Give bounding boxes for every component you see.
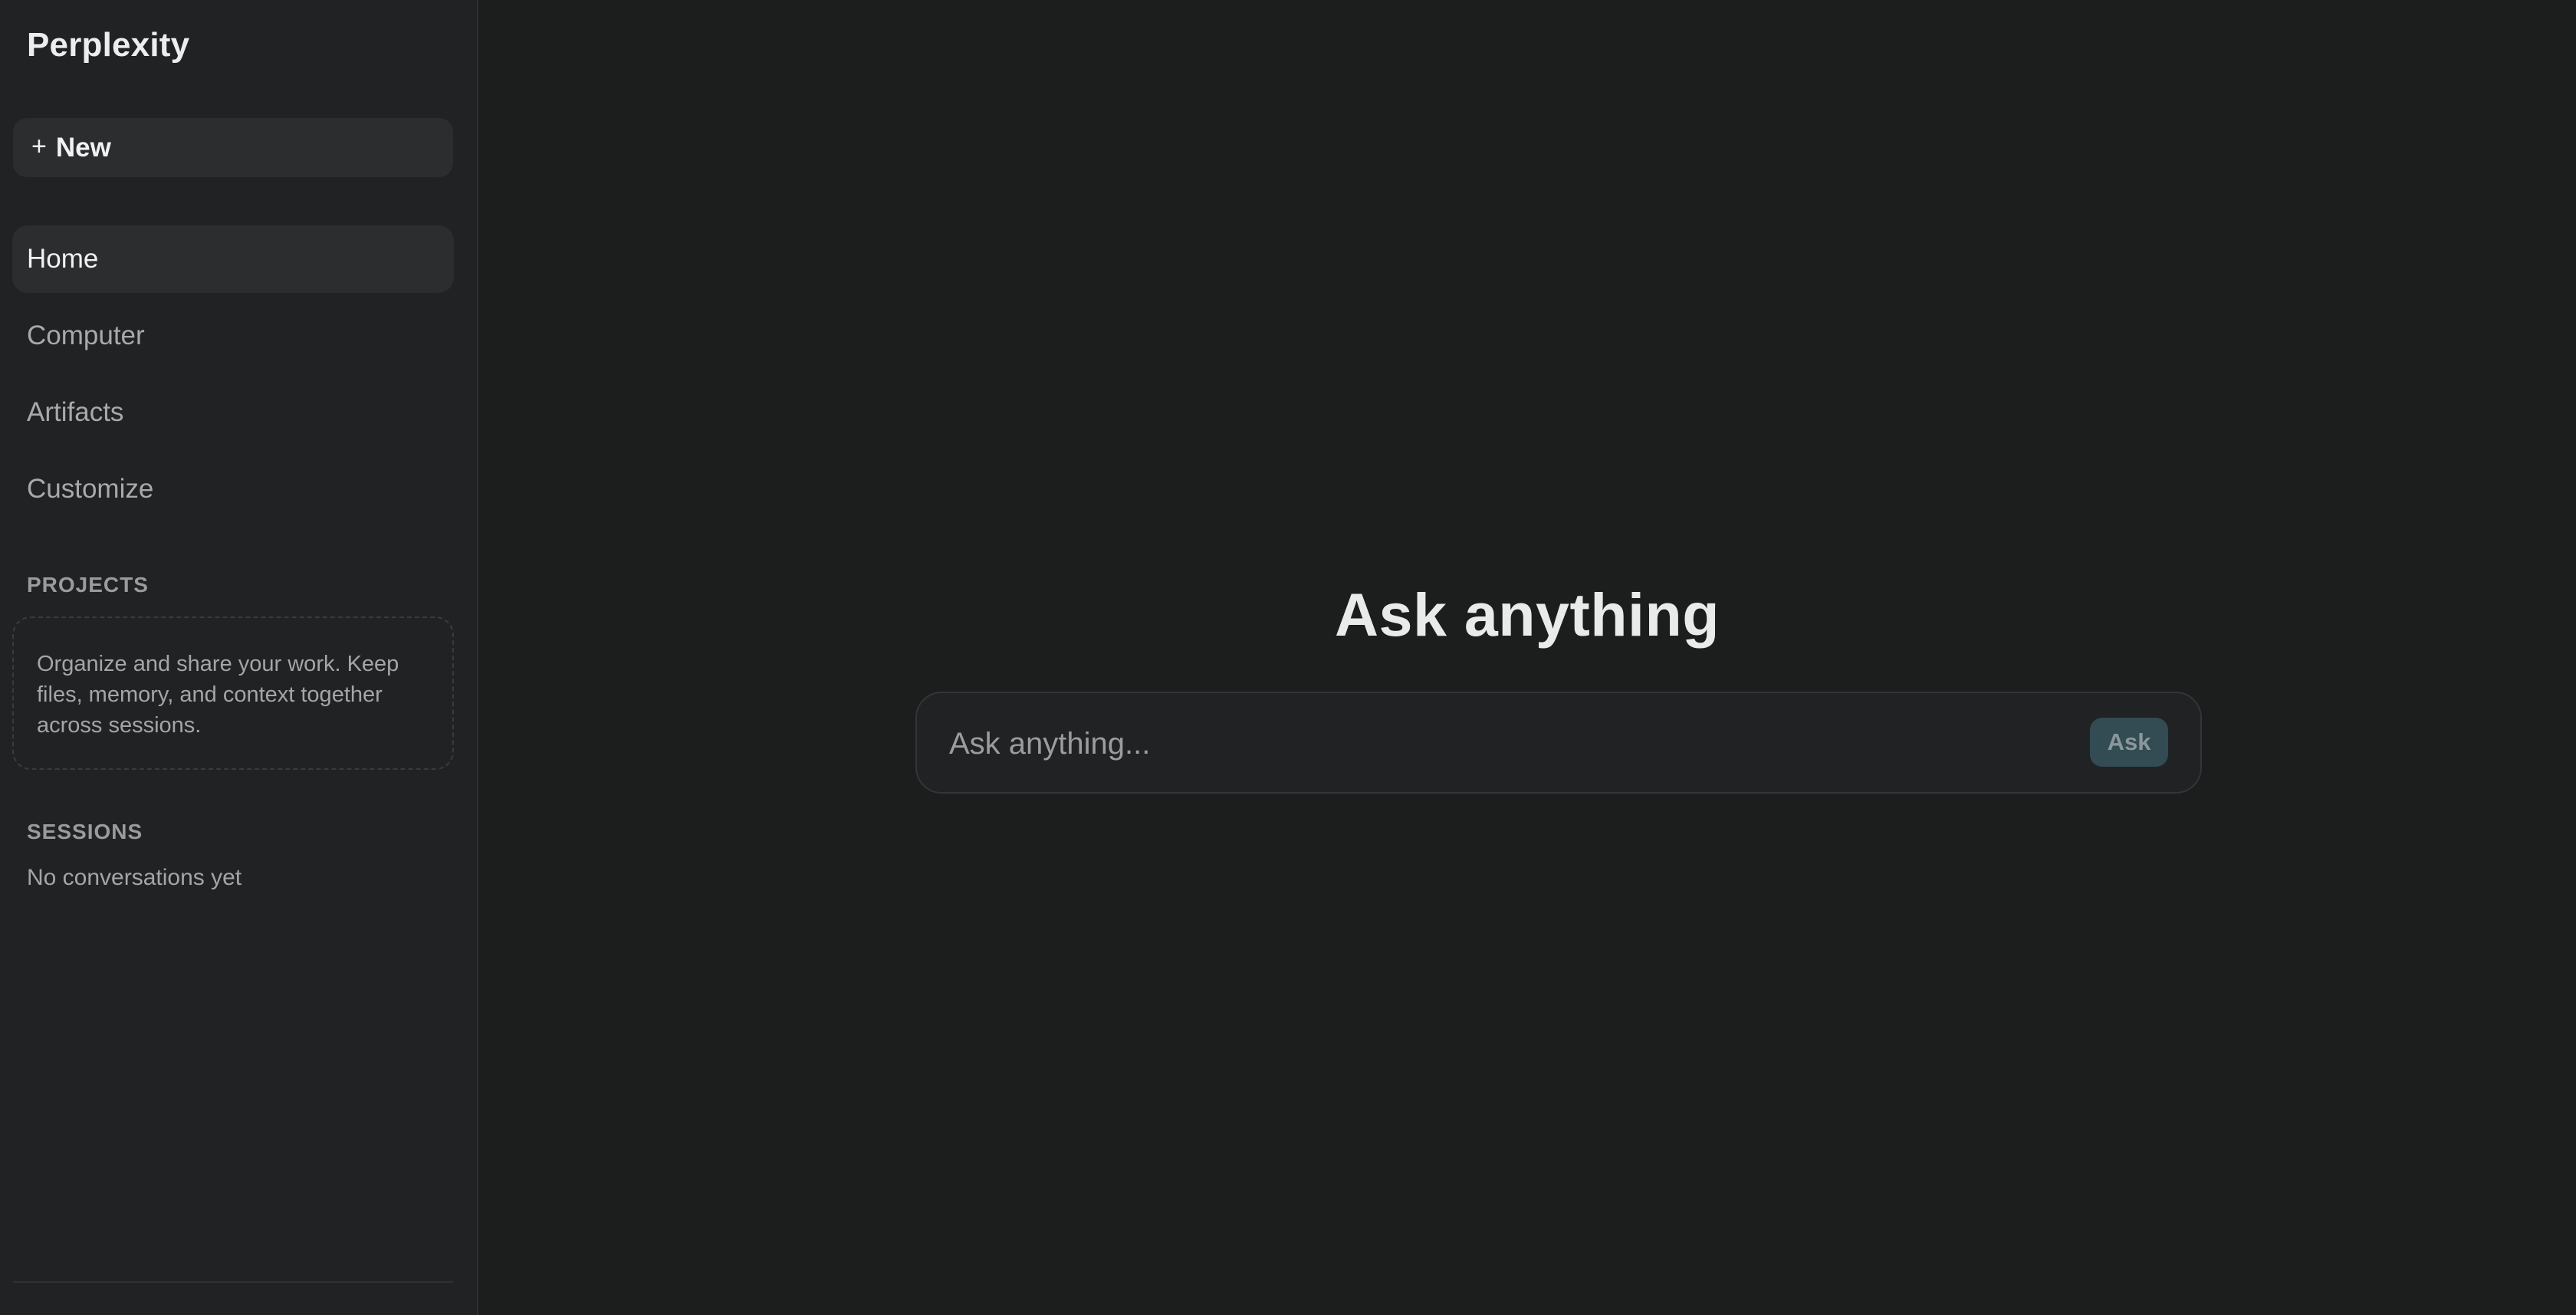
app-window: Perplexity + New Home Computer Artifacts… (0, 0, 2576, 1315)
sidebar: Perplexity + New Home Computer Artifacts… (0, 0, 478, 1315)
sidebar-item-computer[interactable]: Computer (12, 302, 454, 370)
sidebar-item-label: Customize (27, 474, 154, 504)
sidebar-item-label: Home (27, 244, 99, 274)
sidebar-item-label: Artifacts (27, 397, 124, 427)
projects-empty-state[interactable]: Organize and share your work. Keep files… (12, 616, 454, 770)
sessions-empty-text: No conversations yet (27, 865, 242, 890)
new-thread-button[interactable]: + New (13, 118, 453, 177)
search-box[interactable]: Ask (915, 692, 2202, 794)
page-title: Ask anything (1334, 580, 1720, 649)
projects-empty-text: Organize and share your work. Keep files… (37, 652, 399, 738)
plus-icon: + (31, 132, 47, 161)
sidebar-item-artifacts[interactable]: Artifacts (12, 379, 454, 446)
new-button-label: New (55, 132, 111, 163)
sidebar-item-label: Computer (27, 321, 145, 350)
sidebar-footer-divider (13, 1281, 453, 1283)
sessions-heading: SESSIONS (27, 820, 143, 843)
main-content: Ask anything Ask (478, 0, 2576, 1315)
sidebar-item-customize[interactable]: Customize (12, 455, 454, 523)
ask-button[interactable]: Ask (2090, 718, 2168, 767)
sidebar-item-home[interactable]: Home (12, 225, 454, 293)
projects-heading: PROJECTS (27, 573, 149, 597)
search-input[interactable] (948, 713, 2024, 774)
brand-logo[interactable]: Perplexity (27, 26, 189, 64)
